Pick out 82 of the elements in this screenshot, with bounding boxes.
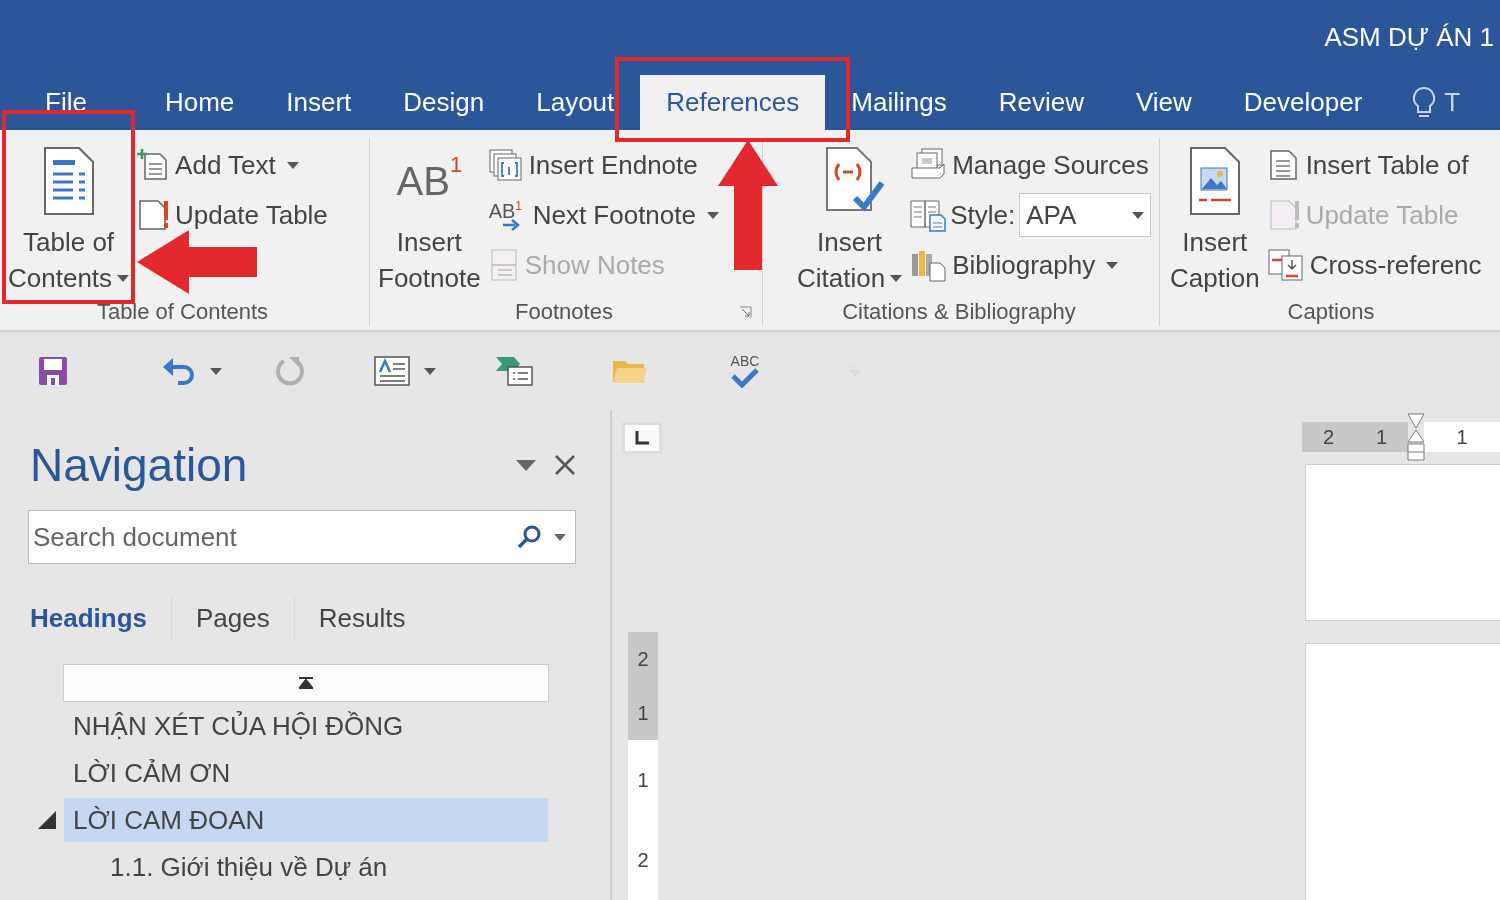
heading-item[interactable]: LỜI CẢM ƠN	[64, 750, 548, 795]
caret-icon	[706, 211, 719, 219]
ribbon-button[interactable]: Insert Endnote	[486, 140, 721, 190]
ruler-number: 2	[1322, 427, 1335, 447]
pane-tab[interactable]: Pages	[171, 596, 294, 640]
stacked-pages-icon	[488, 149, 523, 181]
ribbon-tab[interactable]: View	[1109, 75, 1218, 130]
ribbon-button[interactable]: Add Text	[135, 140, 330, 190]
ribbon-button[interactable]: Insert Table of	[1265, 140, 1484, 190]
ribbon-button[interactable]: AB$^{1}$ Insert Footnote	[376, 138, 483, 298]
ribbon-tab[interactable]: Design	[377, 75, 511, 130]
pane-title: Navigation	[29, 438, 249, 492]
caret-icon[interactable]	[516, 459, 536, 471]
ruler-number: 2	[637, 850, 649, 870]
ruler-number: 1	[637, 770, 649, 790]
ruler-number: 2	[637, 649, 649, 669]
caret-icon	[210, 367, 222, 375]
ribbon-button[interactable]: Cross-referenc	[1265, 240, 1484, 290]
caret-icon	[424, 367, 436, 375]
undo-icon	[162, 356, 196, 386]
ribbon-button[interactable]: Update Table	[135, 190, 330, 240]
stacked-sheets-icon	[910, 148, 947, 182]
list-page-icon	[1267, 149, 1300, 181]
ribbon-button[interactable]: Insert Citation	[795, 138, 905, 298]
style-dropdown[interactable]: APA	[1019, 193, 1152, 237]
outline-icon	[494, 355, 534, 387]
ribbon-button[interactable]: AB$^{1}$ Next Footnote	[486, 190, 721, 240]
caret-icon	[117, 274, 130, 282]
scroll-top-icon	[299, 677, 313, 689]
tell-me-text[interactable]: T	[1444, 87, 1461, 118]
expanded-arrow-icon[interactable]	[38, 810, 56, 829]
ribbon-button[interactable]: Table of Contents	[6, 138, 132, 298]
lightbulb-icon	[1412, 85, 1437, 120]
books-icon	[910, 248, 947, 282]
ribbon-button[interactable]: Insert Caption	[1168, 138, 1262, 298]
window-title: ASM DỰ ÁN 1	[1324, 22, 1494, 53]
ruler-number: 1	[637, 703, 649, 723]
heading-item[interactable]: LỜI CAM ĐOAN	[64, 797, 548, 842]
save-icon	[38, 356, 68, 386]
ruler-number: 1	[1375, 427, 1388, 447]
tab-stop-icon	[635, 431, 649, 445]
pane-tab[interactable]: Headings	[28, 596, 172, 640]
group-label: Footnotes	[515, 299, 613, 325]
ribbon-tab[interactable]: Developer	[1217, 75, 1389, 130]
ribbon-tab[interactable]: Insert	[260, 75, 378, 130]
caret-icon	[1106, 261, 1119, 269]
ribbon-tab[interactable]: Layout	[510, 75, 641, 130]
group-label: Table of Contents	[96, 299, 269, 325]
heading-item[interactable]: NHẬN XÉT CỦA HỘI ĐỒNG	[64, 703, 548, 748]
style-label: Style:	[950, 199, 1016, 231]
search-icon[interactable]	[516, 524, 542, 550]
group-label: Citations & Bibliography	[842, 299, 1076, 325]
caret-icon	[286, 161, 299, 169]
ribbon-button[interactable]: Manage Sources	[908, 140, 1154, 190]
caret-icon	[890, 274, 903, 282]
footnote-glyph-icon: AB$^{1}$	[396, 138, 463, 224]
page-alert-icon	[137, 199, 170, 231]
close-icon[interactable]	[554, 454, 576, 476]
ribbon-button[interactable]: Bibliography	[908, 240, 1154, 290]
cross-reference-icon	[1267, 248, 1304, 282]
pane-tab[interactable]: Results	[293, 596, 430, 640]
group-label: Captions	[1287, 299, 1375, 325]
redo-icon	[274, 355, 306, 387]
heading-item[interactable]: 1.1. Giới thiệu về Dự án	[64, 844, 548, 889]
notes-page-icon	[488, 249, 519, 281]
book-icon	[910, 198, 947, 232]
ribbon-tab[interactable]: Review	[972, 75, 1110, 130]
ribbon-tab[interactable]: References	[640, 75, 826, 130]
ruler-number: 1	[1456, 427, 1468, 447]
ribbon-tab[interactable]: Mailings	[825, 75, 973, 130]
page-alert-icon	[1267, 199, 1300, 231]
tab-selector[interactable]	[622, 422, 662, 454]
search-field[interactable]: Search document	[28, 510, 576, 564]
text-box-icon	[374, 356, 410, 386]
indent-marker-icon[interactable]	[1406, 413, 1426, 461]
check-mark-icon	[730, 368, 760, 388]
dialog-launcher-icon[interactable]	[739, 305, 752, 319]
toolbar-button[interactable]: ABC	[730, 341, 848, 401]
caret-icon[interactable]	[554, 533, 566, 541]
add-text-icon	[137, 149, 170, 181]
caret-icon	[1132, 211, 1145, 219]
ribbon-tab[interactable]: Home	[138, 75, 261, 130]
